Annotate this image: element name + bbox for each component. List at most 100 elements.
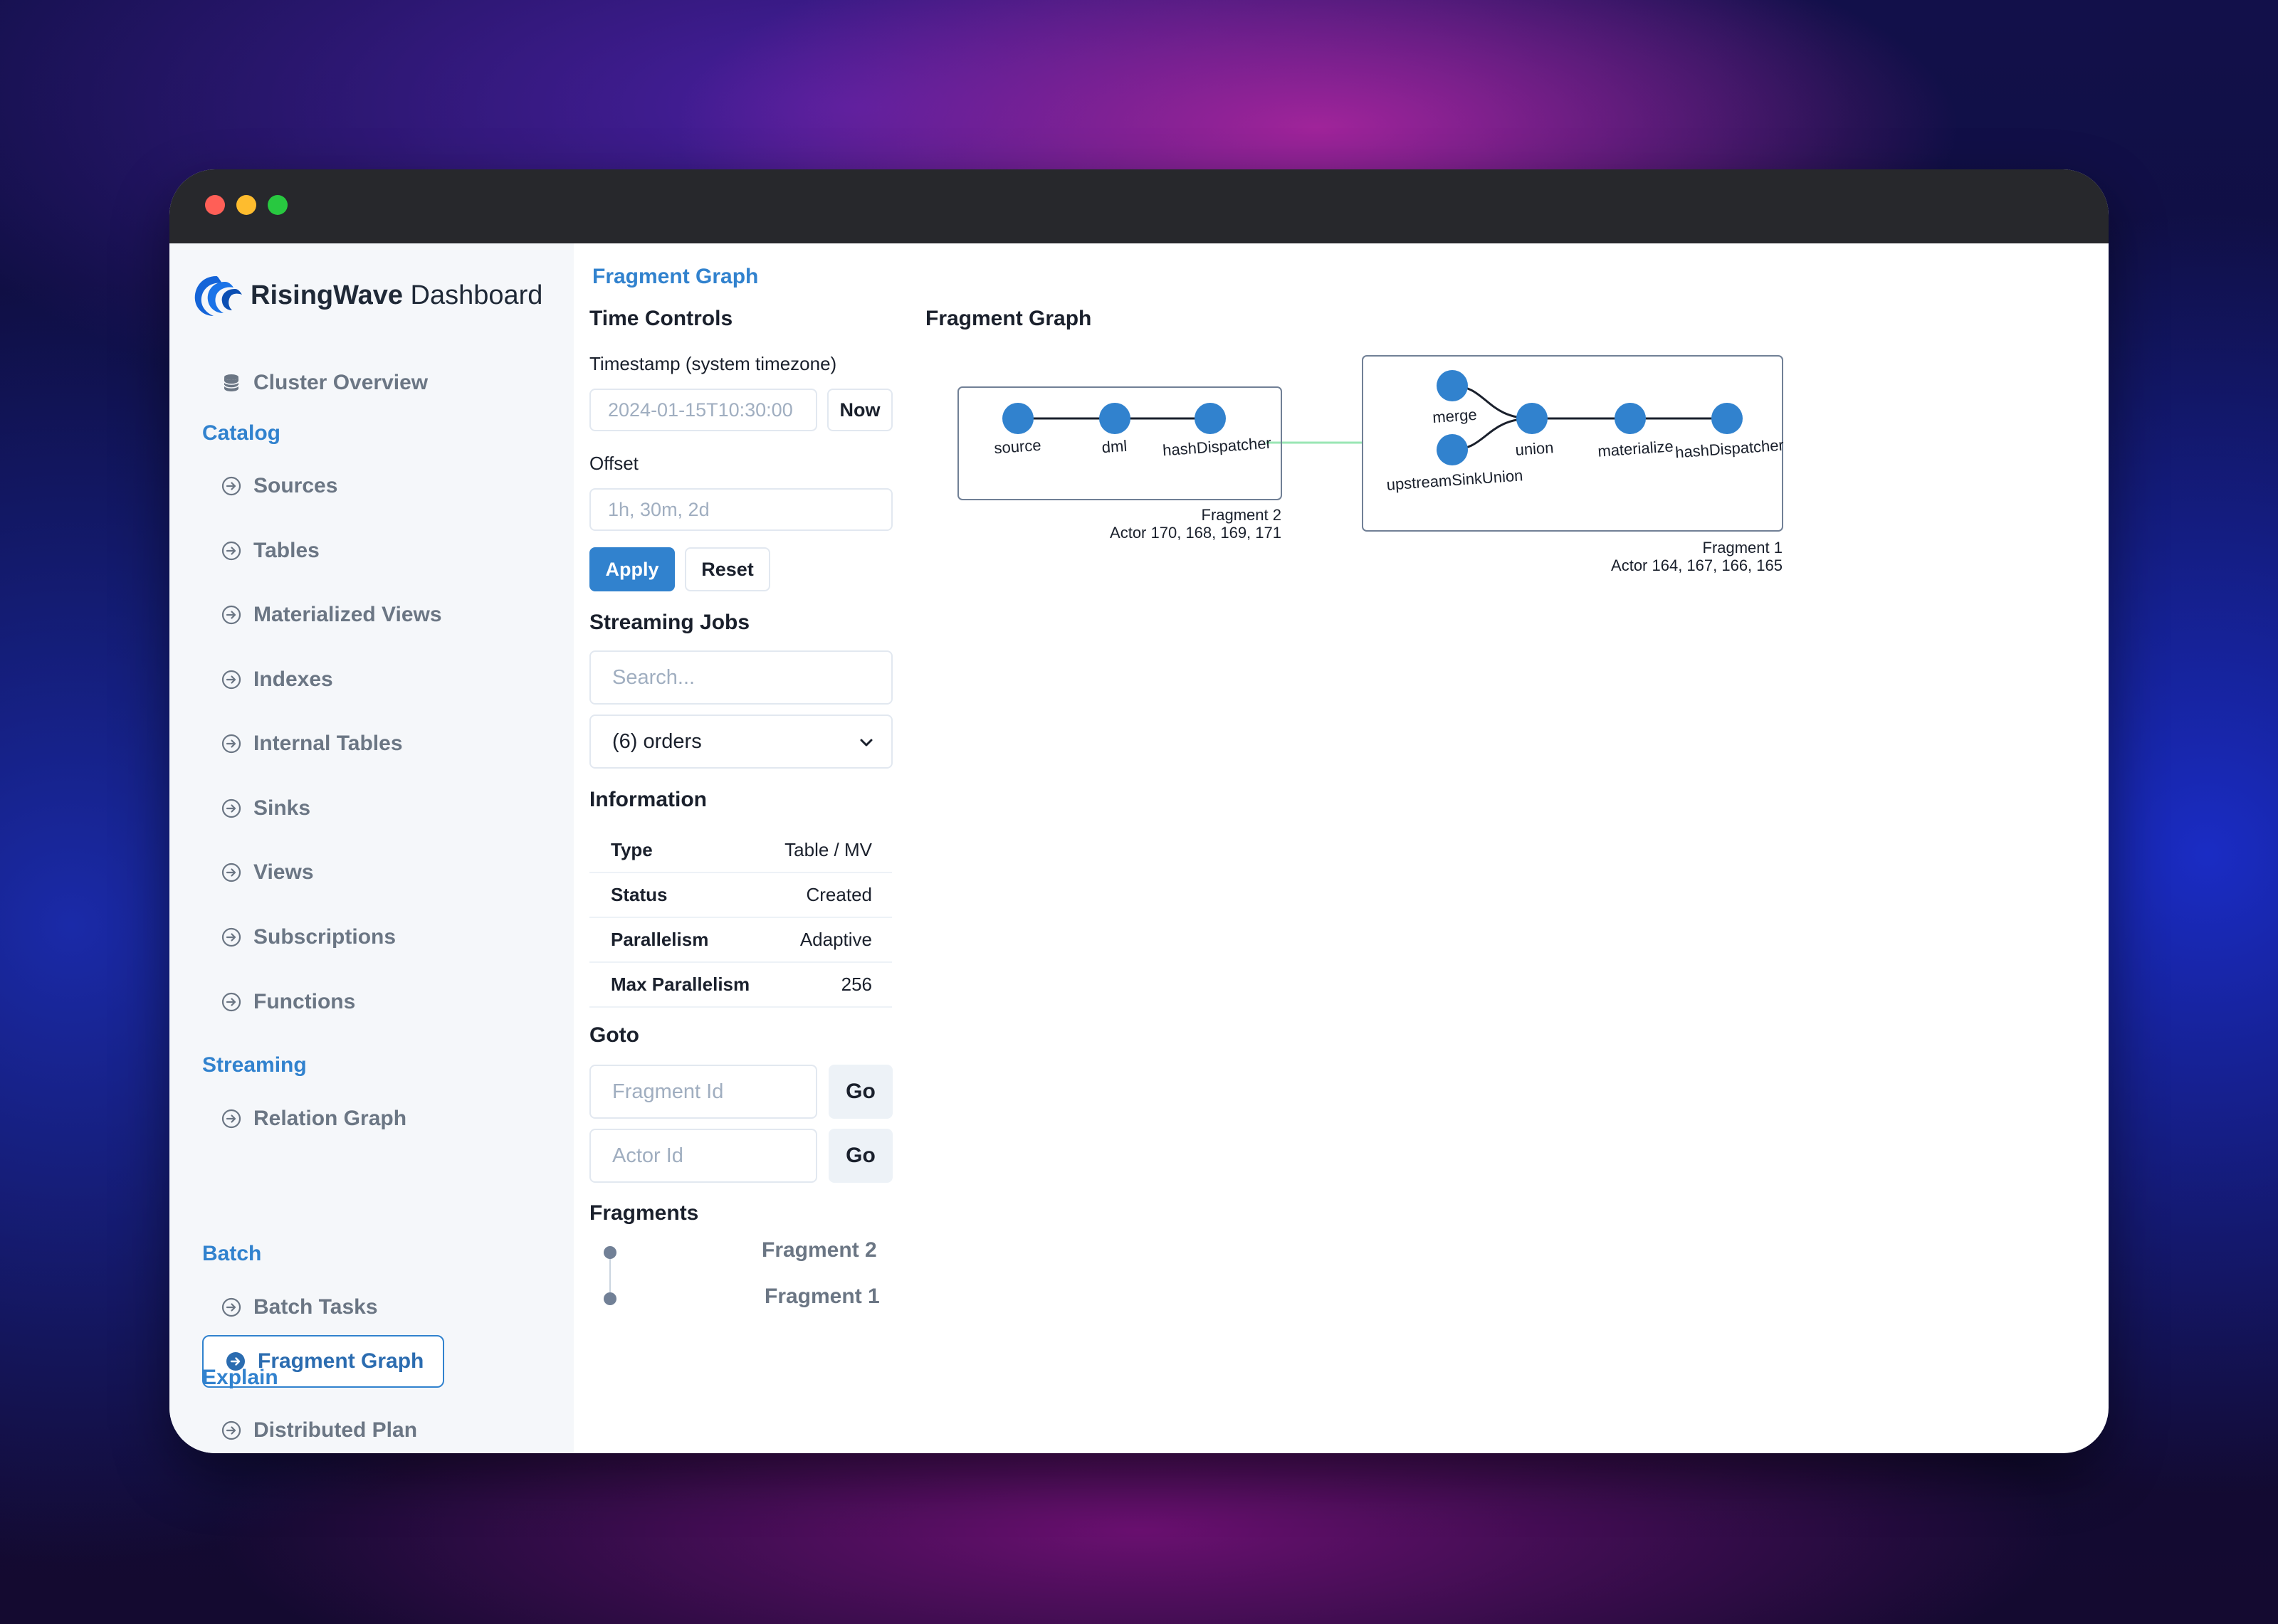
sidebar-item-label: Relation Graph [253,1107,407,1130]
arrow-circle-right-icon [221,927,242,948]
risingwave-logo-icon [194,276,242,316]
fragment-actors: Actor 170, 168, 169, 171 [1110,524,1281,542]
fragment-2-box[interactable]: source dml hashDispatcher Fragment 2 Act… [957,386,1282,542]
arrow-circle-right-icon [221,1420,242,1441]
search-placeholder: Search... [612,665,696,689]
sidebar-item-relation-graph[interactable]: Relation Graph [221,1099,406,1139]
brand-logo[interactable]: RisingWave Dashboard [191,270,542,320]
goto-actor-button[interactable]: Go [829,1129,893,1183]
sidebar-item-materialized-views[interactable]: Materialized Views [221,595,442,635]
section-streaming: Streaming [202,1053,307,1077]
offset-label: Offset [589,453,639,474]
fragment-list-item[interactable]: Fragment 1 [765,1285,880,1309]
sidebar-item-label: Fragment Graph [258,1349,424,1373]
fragment-id-placeholder: Fragment Id [612,1080,724,1103]
sidebar-item-label: Tables [253,539,320,562]
streaming-jobs-heading: Streaming Jobs [589,611,750,634]
sidebar-item-sinks[interactable]: Sinks [221,789,310,828]
fragment-list-dot [604,1292,616,1305]
node-label: union [1515,438,1554,459]
sidebar-item-label: Subscriptions [253,925,397,949]
reset-button[interactable]: Reset [685,547,770,591]
arrow-circle-right-icon [221,733,242,754]
arrow-circle-right-icon [221,669,242,690]
minimize-window-button[interactable] [236,195,256,215]
information-heading: Information [589,788,707,811]
node-label: upstreamSinkUnion [1386,466,1523,493]
section-explain: Explain [202,1366,278,1389]
info-key: Status [589,872,771,918]
node-label: hashDispatcher [1162,434,1271,460]
graph-node[interactable] [1002,403,1034,434]
fragment-list-item[interactable]: Fragment 2 [762,1238,877,1262]
info-key: Type [589,828,771,873]
timestamp-input[interactable]: 2024-01-15T10:30:00 [589,389,817,431]
graph-node[interactable] [1516,403,1548,434]
sidebar-item-distributed-plan[interactable]: Distributed Plan [221,1411,417,1450]
graph-node[interactable] [1711,403,1743,434]
sidebar-item-cluster-overview[interactable]: Cluster Overview [221,363,428,403]
actor-id-input[interactable]: Actor Id [589,1129,817,1183]
page-title: Fragment Graph [592,265,759,288]
timestamp-value: 2024-01-15T10:30:00 [608,399,793,421]
sidebar-item-label: Cluster Overview [253,371,429,394]
now-button[interactable]: Now [827,389,893,431]
sidebar-item-label: Indexes [253,668,333,691]
node-label: merge [1432,406,1478,426]
fragment-list-dot [604,1246,616,1259]
offset-placeholder: 1h, 30m, 2d [608,498,710,520]
fragment-1-box[interactable]: merge upstreamSinkUnion union materializ… [1362,355,1785,574]
fragment-name: Fragment 1 [1703,539,1783,557]
fragment-name: Fragment 2 [1202,506,1282,524]
section-batch: Batch [202,1242,262,1265]
fragment-graph-diagram[interactable]: source dml hashDispatcher Fragment 2 Act… [924,354,1963,582]
app-window: RisingWave Dashboard Cluster Overview Ca… [169,169,2109,1453]
job-search-input[interactable]: Search... [589,650,893,705]
node-label: dml [1101,437,1128,456]
arrow-circle-right-icon [221,991,242,1013]
node-label: materialize [1597,437,1674,460]
time-controls-heading: Time Controls [589,307,733,330]
graph-node[interactable] [1099,403,1130,434]
sidebar-item-functions[interactable]: Functions [221,982,355,1022]
table-row: Max Parallelism 256 [589,962,892,1008]
sidebar-item-tables[interactable]: Tables [221,531,320,571]
sidebar-item-sources[interactable]: Sources [221,466,337,506]
graph-node[interactable] [1437,370,1468,401]
sidebar-item-views[interactable]: Views [221,853,314,892]
arrow-circle-right-icon [221,1297,242,1318]
offset-input[interactable]: 1h, 30m, 2d [589,488,893,531]
graph-node[interactable] [1195,403,1226,434]
brand-suffix: Dashboard [402,280,543,310]
apply-button[interactable]: Apply [589,547,675,591]
database-icon [221,372,242,394]
goto-fragment-button[interactable]: Go [829,1065,893,1119]
fragments-heading: Fragments [589,1201,699,1225]
close-window-button[interactable] [205,195,225,215]
actor-id-placeholder: Actor Id [612,1144,683,1167]
sidebar-item-batch-tasks[interactable]: Batch Tasks [221,1287,378,1327]
graph-node[interactable] [1437,434,1468,465]
graph-node[interactable] [1615,403,1646,434]
sidebar-item-label: Sources [253,474,338,497]
timestamp-label: Timestamp (system timezone) [589,353,837,374]
arrow-circle-right-icon [221,1108,242,1129]
sidebar-item-label: Materialized Views [253,603,442,626]
section-catalog: Catalog [202,421,281,445]
info-key: Max Parallelism [589,962,771,1008]
sidebar-item-subscriptions[interactable]: Subscriptions [221,917,396,957]
sidebar-item-label: Distributed Plan [253,1418,418,1442]
node-label: source [994,436,1042,458]
arrow-circle-right-icon [221,540,242,561]
maximize-window-button[interactable] [268,195,288,215]
sidebar-item-indexes[interactable]: Indexes [221,660,333,700]
sidebar-item-internal-tables[interactable]: Internal Tables [221,724,403,764]
sidebar: RisingWave Dashboard Cluster Overview Ca… [169,243,574,1453]
streaming-job-select[interactable]: (6) orders [589,715,893,769]
window-titlebar [169,169,2109,243]
sidebar-item-label: Batch Tasks [253,1295,378,1319]
fragment-id-input[interactable]: Fragment Id [589,1065,817,1119]
info-value: Adaptive [770,917,892,963]
table-row: Parallelism Adaptive [589,917,892,963]
table-row: Type Table / MV [589,828,892,873]
